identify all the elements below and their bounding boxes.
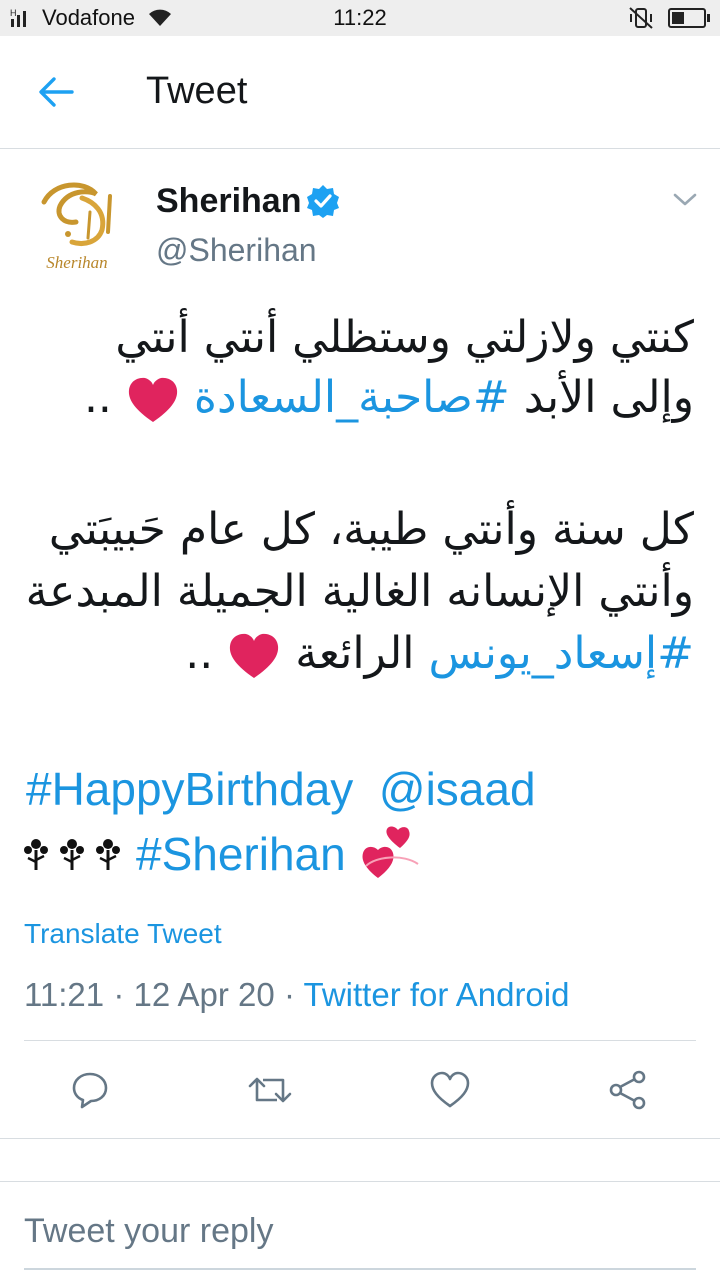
tweet-line-en-1: #HappyBirthday @isaad <box>26 762 536 816</box>
translate-tweet-link[interactable]: Translate Tweet <box>24 918 222 950</box>
tweet-date: 12 Apr 20 <box>133 976 275 1013</box>
red-heart-icon <box>230 633 279 678</box>
share-icon <box>609 1070 646 1110</box>
ellipsis: .. <box>83 372 112 423</box>
separator: · <box>283 976 295 1013</box>
flower-icon <box>24 839 120 870</box>
tweet-time: 11:21 <box>24 976 105 1013</box>
red-heart-icon <box>128 377 178 422</box>
hashtag-link[interactable]: #إسعاد_يونس <box>428 628 694 679</box>
hashtag-link[interactable]: #صاحبة_السعادة <box>194 372 510 423</box>
section-gap <box>0 1138 720 1182</box>
tweet-line-1: كنتي ولازلتي وستظلي أنتي أنتي <box>115 312 694 363</box>
two-hearts-icon <box>362 826 419 878</box>
back-button[interactable] <box>30 66 82 118</box>
status-time: 11:22 <box>333 5 387 30</box>
separator: · <box>113 976 125 1013</box>
status-right <box>628 0 710 36</box>
tweet-line-3: كل سنة وأنتي طيبة، كل عام حَبيبَتي <box>48 504 694 555</box>
reply-underline <box>24 1268 696 1270</box>
divider <box>24 1040 696 1041</box>
avatar-text: Sherihan <box>46 253 107 272</box>
like-button[interactable] <box>426 1066 474 1114</box>
mention-link[interactable]: @isaad <box>379 763 536 815</box>
top-app-bar: Tweet <box>0 36 720 149</box>
tweet-line-5: #إسعاد_يونس الرائعة .. <box>185 628 694 681</box>
tweet-line-en-2: #Sherihan <box>24 826 422 882</box>
retweet-icon <box>248 1077 292 1103</box>
reply-icon <box>72 1072 108 1109</box>
reply-input[interactable]: Tweet your reply <box>24 1212 273 1251</box>
page-title: Tweet <box>146 70 248 112</box>
author-handle[interactable]: @Sherihan <box>156 232 317 269</box>
ellipsis: .. <box>185 628 214 679</box>
hashtag-link[interactable]: #HappyBirthday <box>26 763 353 815</box>
hashtag-link[interactable]: #Sherihan <box>136 827 346 881</box>
battery-icon <box>668 8 710 28</box>
chevron-down-icon[interactable] <box>672 190 698 210</box>
retweet-button[interactable] <box>246 1066 294 1114</box>
author-name[interactable]: Sherihan <box>156 182 301 221</box>
tweet-line-4: وأنتي الإنسانه الغالية الجميلة المبدعة <box>25 566 694 617</box>
avatar-logo: Sherihan <box>41 182 112 272</box>
tweet-text: وإلى الأبد <box>523 372 694 423</box>
like-icon <box>430 1071 470 1108</box>
share-button[interactable] <box>604 1066 652 1114</box>
mute-vibrate-icon <box>629 7 653 29</box>
avatar[interactable]: Sherihan <box>24 172 130 278</box>
arrow-left-icon <box>39 77 74 107</box>
status-bar: H Vodafone 11:22 <box>0 0 720 36</box>
tweet-line-2: وإلى الأبد #صاحبة_السعادة .. <box>84 372 694 425</box>
tweet-text: الرائعة <box>295 628 415 679</box>
verified-badge-icon <box>307 185 339 218</box>
tweet-meta: 11:21 · 12 Apr 20 · Twitter for Android <box>24 976 569 1014</box>
tweet-source-link[interactable]: Twitter for Android <box>304 976 570 1013</box>
reply-button[interactable] <box>66 1066 114 1114</box>
